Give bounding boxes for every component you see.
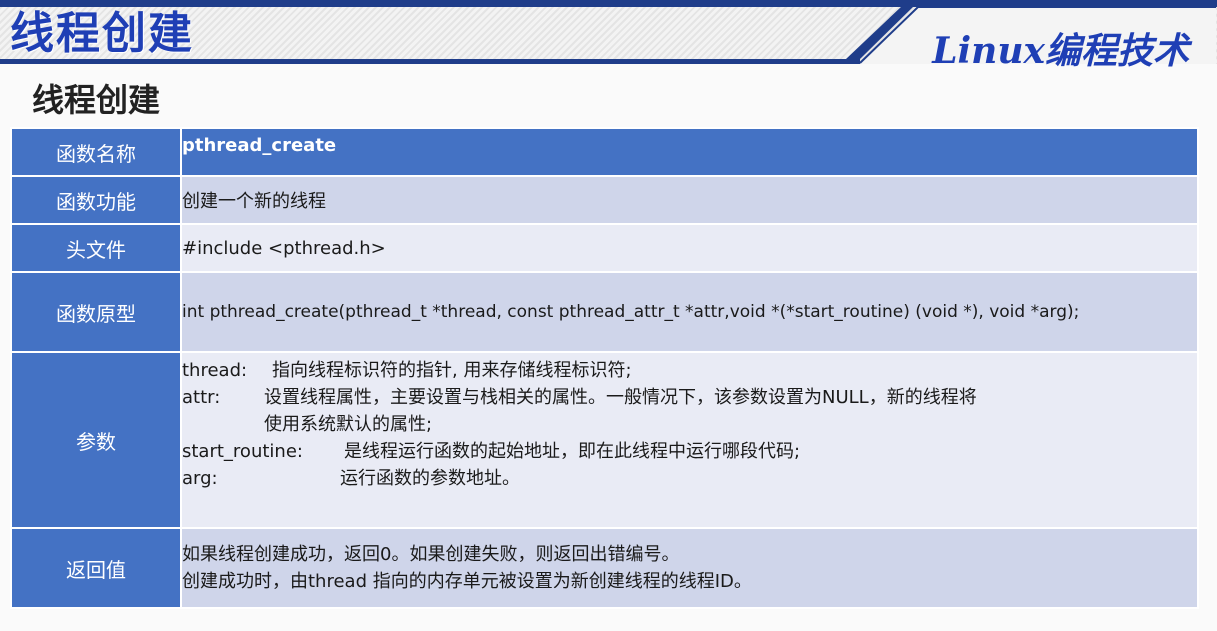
label-params: 参数 (10, 351, 182, 529)
param-attr-desc-cont: 使用系统默认的属性; (264, 414, 433, 435)
param-arg-desc: 运行函数的参数地址。 (340, 468, 520, 489)
value-params: thread: 指向线程标识符的指针, 用来存储线程标识符; attr: 设置线… (180, 351, 1199, 529)
row-function: 函数功能 创建一个新的线程 (10, 175, 1199, 225)
param-attr-desc: 设置线程属性，主要设置与栈相关的属性。一般情况下，该参数设置为NULL，新的线程… (264, 387, 977, 408)
param-thread-name: thread: (182, 360, 248, 381)
row-params: 参数 thread: 指向线程标识符的指针, 用来存储线程标识符; attr: … (10, 351, 1199, 529)
return-line-2: 创建成功时，由thread 指向的内存单元被设置为新创建线程的线程ID。 (182, 571, 752, 592)
label-return: 返回值 (10, 527, 182, 609)
section-heading: 线程创建 (32, 81, 161, 119)
param-start-routine-desc: 是线程运行函数的起始地址，即在此线程中运行哪段代码; (344, 441, 801, 462)
params-list: thread: 指向线程标识符的指针, 用来存储线程标识符; attr: 设置线… (182, 353, 1197, 492)
value-name: pthread_create (180, 127, 1199, 177)
label-prototype: 函数原型 (10, 271, 182, 353)
param-arg: arg: 运行函数的参数地址。 (182, 465, 1197, 492)
param-thread-desc: 指向线程标识符的指针, 用来存储线程标识符; (272, 360, 632, 381)
row-return: 返回值 如果线程创建成功，返回0。如果创建失败，则返回出错编号。 创建成功时，由… (10, 527, 1199, 609)
course-name: Linux编程技术 (932, 30, 1189, 72)
row-prototype: 函数原型 int pthread_create(pthread_t *threa… (10, 271, 1199, 353)
row-name: 函数名称 pthread_create (10, 127, 1199, 177)
param-thread: thread: 指向线程标识符的指针, 用来存储线程标识符; (182, 357, 1197, 384)
row-header-file: 头文件 #include <pthread.h> (10, 223, 1199, 273)
function-info-table: 函数名称 pthread_create 函数功能 创建一个新的线程 头文件 #i… (10, 127, 1199, 609)
value-prototype: int pthread_create(pthread_t *thread, co… (180, 271, 1199, 353)
param-attr-name: attr: (182, 387, 221, 408)
label-function: 函数功能 (10, 175, 182, 225)
return-line-1: 如果线程创建成功，返回0。如果创建失败，则返回出错编号。 (182, 544, 680, 565)
param-arg-name: arg: (182, 468, 218, 489)
value-function: 创建一个新的线程 (180, 175, 1199, 225)
value-return: 如果线程创建成功，返回0。如果创建失败，则返回出错编号。 创建成功时，由thre… (180, 527, 1199, 609)
param-attr-cont: 使用系统默认的属性; (182, 411, 1197, 438)
param-start-routine-name: start_routine: (182, 441, 303, 462)
value-header-file: #include <pthread.h> (180, 223, 1199, 273)
slide-title: 线程创建 (10, 8, 194, 59)
label-header-file: 头文件 (10, 223, 182, 273)
label-name: 函数名称 (10, 127, 182, 177)
param-start-routine: start_routine: 是线程运行函数的起始地址，即在此线程中运行哪段代码… (182, 438, 1197, 465)
param-attr: attr: 设置线程属性，主要设置与栈相关的属性。一般情况下，该参数设置为NUL… (182, 384, 1197, 411)
